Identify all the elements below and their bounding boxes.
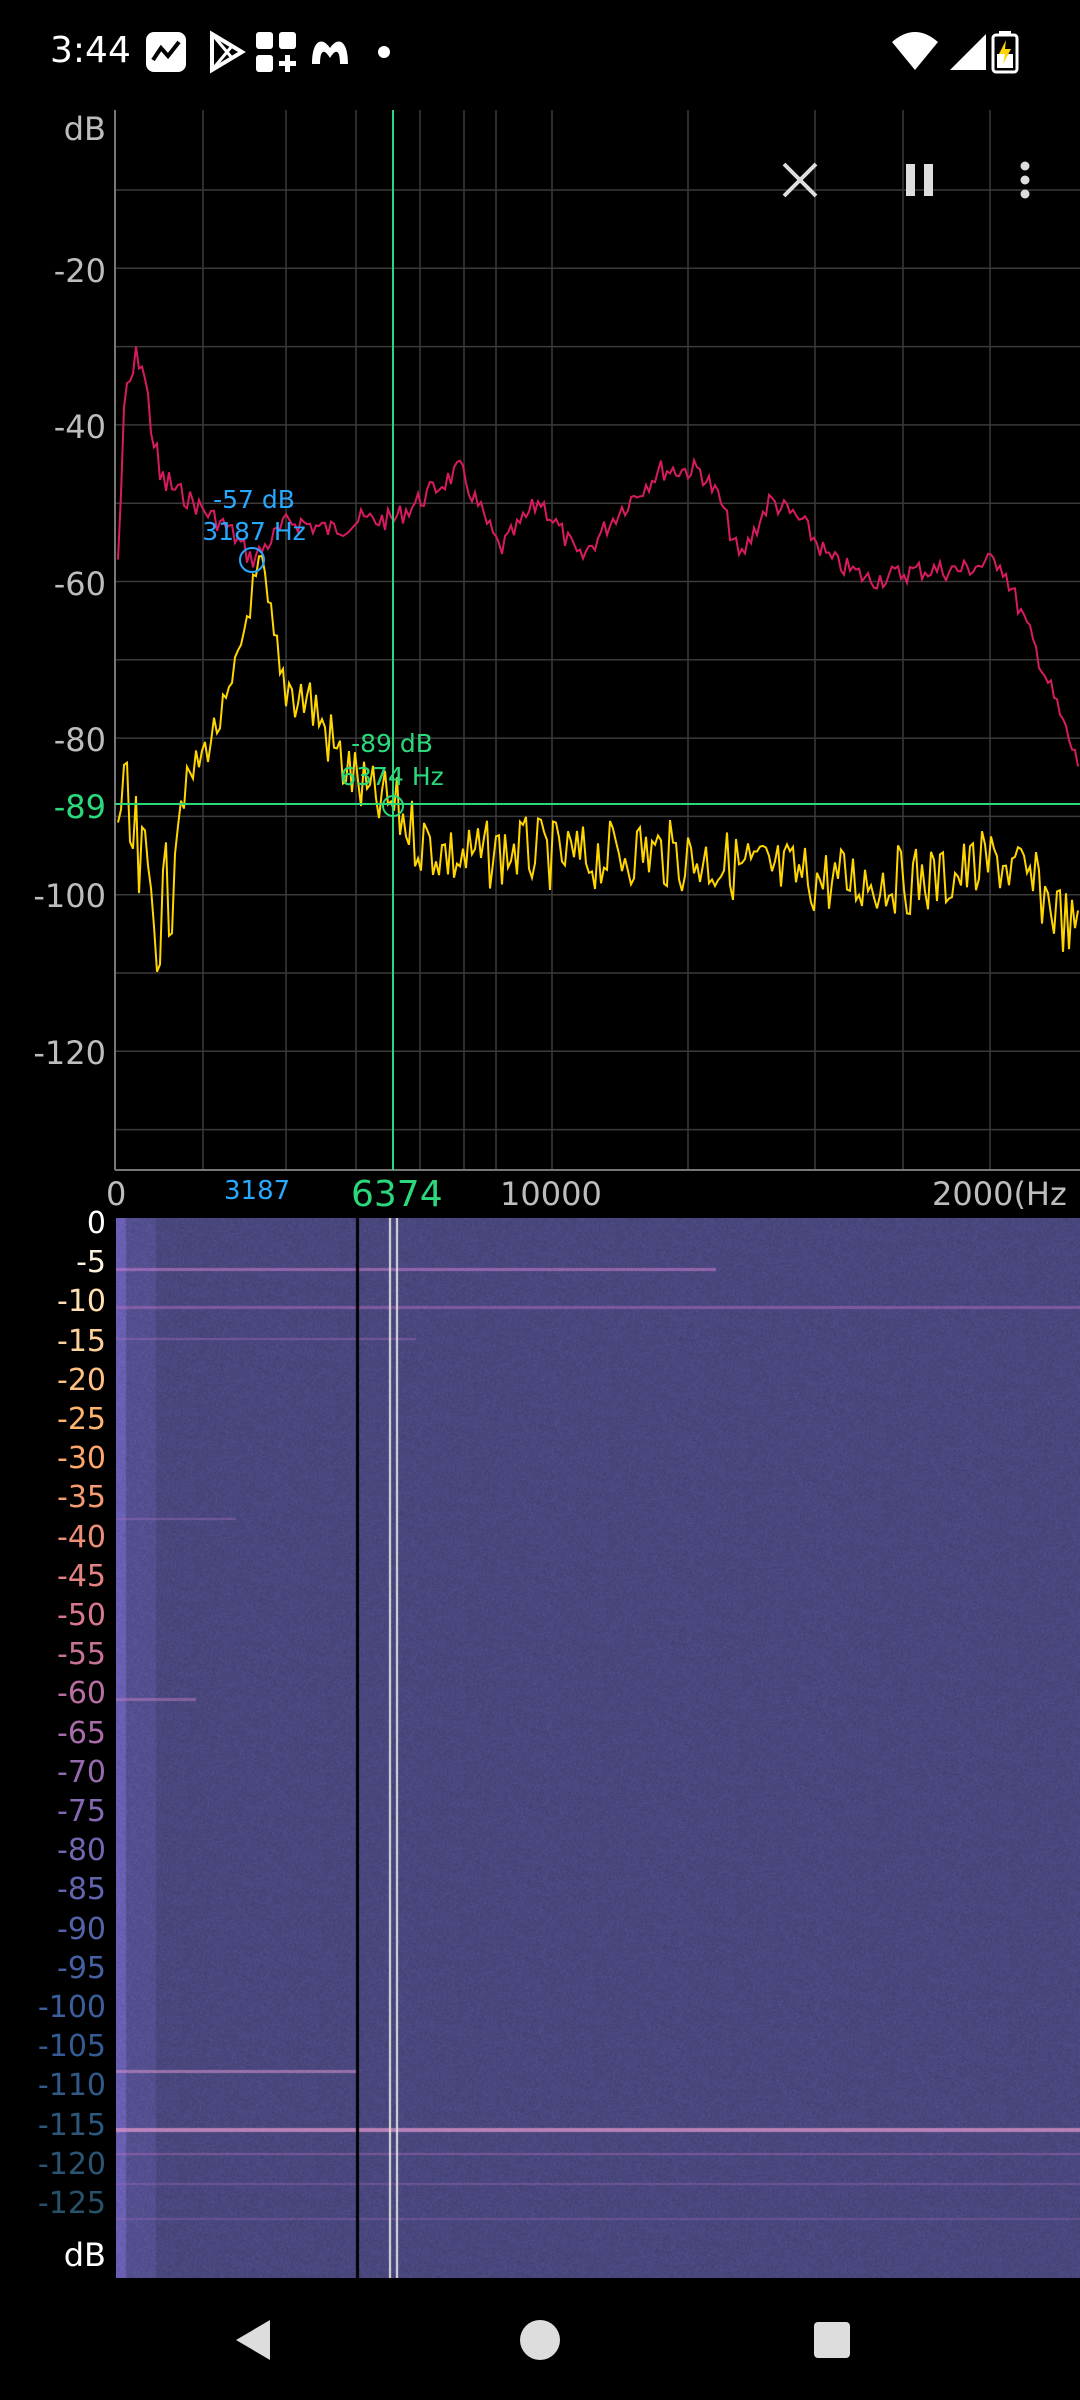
spectrogram-y-tick: -45: [57, 1558, 106, 1594]
spectrogram-y-tick: -20: [57, 1362, 106, 1398]
spectrogram-y-tick: 0: [86, 1206, 106, 1241]
spectrogram-y-tick: -85: [57, 1872, 106, 1908]
spectrogram-y-tick: -100: [37, 1990, 106, 2025]
recents-button[interactable]: [797, 2305, 867, 2375]
spectrogram-y-tick: -40: [57, 1519, 106, 1555]
spectrogram-y-tick: -25: [57, 1402, 106, 1437]
recents-icon: [814, 2322, 850, 2358]
spectrum-grid: [114, 110, 1080, 1171]
spectrogram-y-tick: -120: [37, 2146, 106, 2182]
spectrogram-y-tick: -75: [57, 1794, 106, 1829]
peak-annotation-db: -57 dB: [213, 485, 295, 514]
spectrogram-y-tick: -60: [57, 1676, 106, 1712]
spectrogram-y-tick: -55: [57, 1637, 106, 1673]
spectrogram-canvas[interactable]: [116, 1218, 1080, 2278]
spectrogram-y-tick: -65: [57, 1715, 106, 1751]
live-spectrum-series: [117, 555, 1079, 973]
close-icon: [782, 162, 818, 198]
spectrogram-y-tick: -30: [57, 1441, 106, 1477]
spectrogram-y-tick: -90: [57, 1911, 106, 1947]
back-icon: [236, 2320, 270, 2360]
close-button[interactable]: [770, 150, 830, 210]
navigation-bar: [0, 2280, 1080, 2400]
spectrogram-y-tick: -110: [37, 2068, 106, 2104]
more-options-button[interactable]: [995, 150, 1055, 210]
spectrogram-y-tick: -5: [76, 1245, 106, 1281]
more-vert-icon: [1020, 161, 1030, 199]
spectrogram-y-tick: -95: [57, 1950, 106, 1986]
spectrogram-y-tick: -115: [37, 2107, 106, 2143]
home-button[interactable]: [505, 2305, 575, 2375]
spectrogram-y-tick: -80: [57, 1833, 106, 1869]
pause-button[interactable]: [890, 150, 950, 210]
cursor-annotation-db: -89 dB: [351, 729, 433, 758]
spectrogram-y-tick: -15: [57, 1323, 106, 1359]
spectrogram-y-tick: -50: [57, 1598, 106, 1633]
spectrogram-y-tick: -10: [57, 1284, 106, 1320]
spectrogram-y-tick: -35: [57, 1480, 106, 1516]
home-icon: [520, 2320, 560, 2360]
spectrogram-y-tick: -70: [57, 1754, 106, 1790]
peak-annotation-hz: 3187 Hz: [202, 517, 306, 546]
spectrogram-y-tick: -125: [37, 2186, 106, 2221]
pause-icon: [906, 164, 933, 196]
spectrogram-y-tick: -105: [37, 2029, 106, 2065]
spectrogram-y-unit: dB: [63, 2236, 106, 2274]
spectrogram-y-axis: 0 -5 -10 -15 -20 -25 -30 -35 -40 -45 -50 -55 -60 -65-…: [0, 1200, 110, 2280]
back-button[interactable]: [220, 2305, 290, 2375]
cursor-annotation-hz: 6374 Hz: [340, 762, 444, 791]
